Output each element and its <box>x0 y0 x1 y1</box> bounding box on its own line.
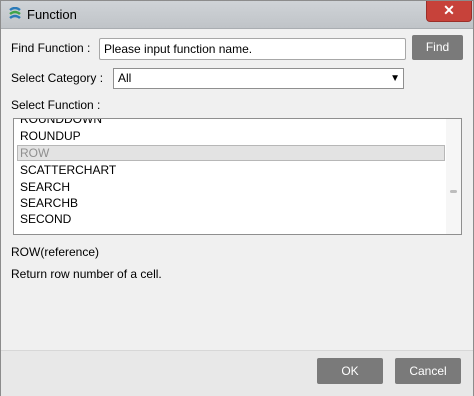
title-bar[interactable]: Function ✕ <box>1 1 473 29</box>
function-list[interactable]: ROUNDDOWN ROUNDUP ROW SCATTERCHART SEARC… <box>13 118 462 235</box>
find-function-label: Find Function : <box>11 41 91 55</box>
list-item-search[interactable]: SEARCH <box>18 179 444 195</box>
select-function-label: Select Function : <box>11 98 101 112</box>
app-logo-icon <box>9 7 21 19</box>
category-select[interactable]: All ▼ <box>113 68 404 89</box>
function-dialog: Function ✕ Find Function : Please input … <box>0 0 474 396</box>
close-icon: ✕ <box>443 2 455 18</box>
list-item-scatterchart[interactable]: SCATTERCHART <box>18 162 444 178</box>
dialog-footer: OK Cancel <box>1 350 473 396</box>
window-title: Function <box>27 7 77 22</box>
function-search-input[interactable]: Please input function name. <box>99 38 406 60</box>
list-item-searchb[interactable]: SEARCHB <box>18 195 444 211</box>
dialog-body: Find Function : Please input function na… <box>1 29 473 396</box>
close-button[interactable]: ✕ <box>426 1 472 22</box>
list-item-row-selected[interactable]: ROW <box>17 145 445 161</box>
category-select-value: All <box>118 71 132 85</box>
select-category-label: Select Category : <box>11 71 104 85</box>
list-item-second[interactable]: SECOND <box>18 211 444 227</box>
scrollbar-thumb[interactable] <box>450 190 457 193</box>
dropdown-arrow-icon: ▼ <box>390 73 400 84</box>
find-button[interactable]: Find <box>412 35 463 60</box>
ok-button[interactable]: OK <box>317 358 383 384</box>
cancel-button[interactable]: Cancel <box>395 358 461 384</box>
function-description: Return row number of a cell. <box>11 267 162 281</box>
list-item-roundup[interactable]: ROUNDUP <box>18 128 444 144</box>
list-scrollbar[interactable] <box>446 119 461 234</box>
list-item-rounddown[interactable]: ROUNDDOWN <box>18 119 444 127</box>
function-signature: ROW(reference) <box>11 245 100 259</box>
